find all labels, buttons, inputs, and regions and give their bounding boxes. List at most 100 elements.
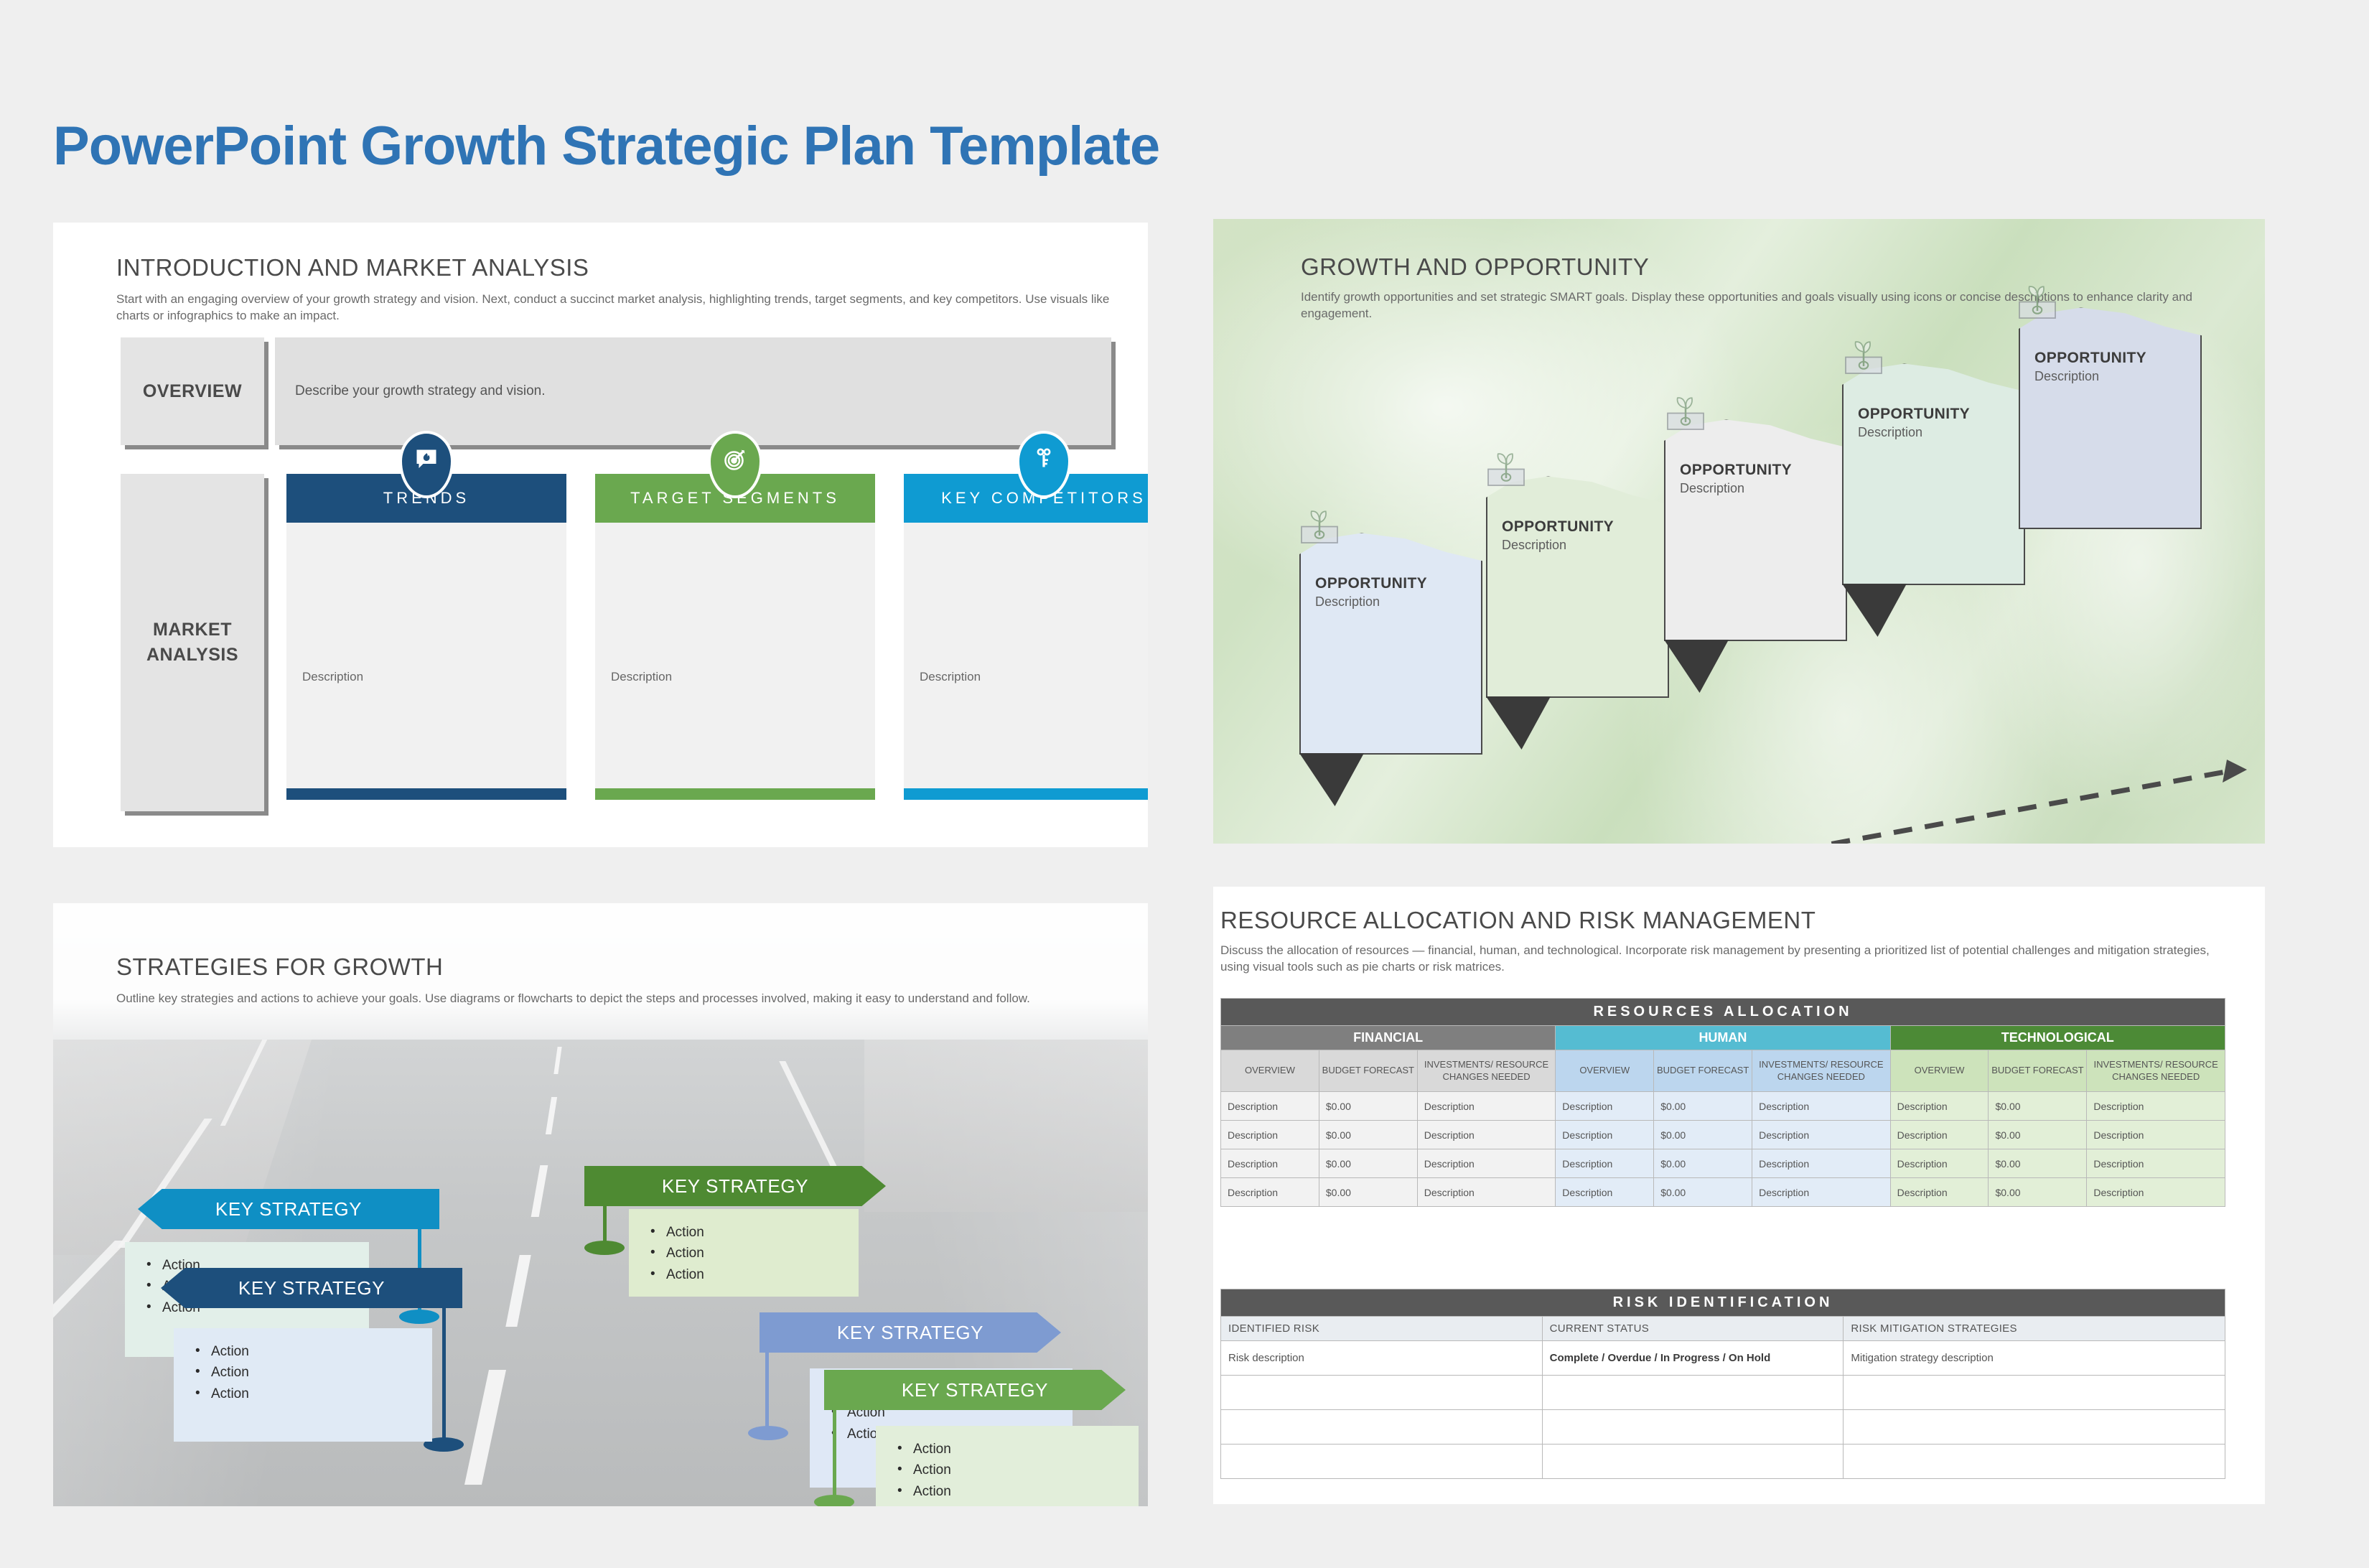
key-strategy-1-banner[interactable]: KEY STRATEGY <box>138 1189 439 1229</box>
risk-cell-identified[interactable]: Risk description <box>1220 1340 1543 1376</box>
table-row[interactable]: Description $0.00 Description Descriptio… <box>1220 1120 2225 1149</box>
opportunity-card-3[interactable]: OPPORTUNITY Description <box>1664 419 1847 693</box>
subheader-technological-investments: INVESTMENTS/ RESOURCE CHANGES NEEDED <box>2086 1050 2225 1092</box>
key-strategy-5-banner[interactable]: KEY STRATEGY <box>824 1370 1126 1410</box>
risk-cell-mitigation[interactable]: Mitigation strategy description <box>1843 1340 2225 1376</box>
cell-hum-budget[interactable]: $0.00 <box>1653 1091 1753 1121</box>
resources-allocation-table: RESOURCES ALLOCATION FINANCIAL HUMAN TEC… <box>1220 998 2226 1207</box>
cell-tech-budget[interactable]: $0.00 <box>1988 1177 2088 1207</box>
cell-fin-budget[interactable]: $0.00 <box>1318 1120 1418 1149</box>
table-band-row: RESOURCES ALLOCATION <box>1220 998 2225 1026</box>
risk-row[interactable]: Risk description Complete / Overdue / In… <box>1220 1340 2225 1376</box>
table-row[interactable]: Description $0.00 Description Descriptio… <box>1220 1177 2225 1207</box>
opportunity-card-5-title: OPPORTUNITY <box>2034 350 2147 366</box>
cell-fin-budget[interactable]: $0.00 <box>1318 1149 1418 1178</box>
cell-hum-invest[interactable]: Description <box>1752 1091 1891 1121</box>
cell-fin-budget[interactable]: $0.00 <box>1318 1091 1418 1121</box>
key-strategy-2-banner[interactable]: KEY STRATEGY <box>584 1166 886 1206</box>
cell-fin-budget[interactable]: $0.00 <box>1318 1177 1418 1207</box>
cell-tech-overview[interactable]: Description <box>1889 1091 1989 1121</box>
cell-fin-invest[interactable]: Description <box>1416 1091 1556 1121</box>
slide-canvas: PowerPoint Growth Strategic Plan Templat… <box>0 0 2369 1568</box>
key-strategy-4-banner[interactable]: KEY STRATEGY <box>161 1268 462 1308</box>
cell-fin-invest[interactable]: Description <box>1416 1177 1556 1207</box>
key-strategy-4-action-3: Action <box>195 1383 418 1404</box>
market-column-key-competitors: KEY COMPETITORS Description <box>904 431 1148 811</box>
sprout-icon <box>1301 510 1338 543</box>
opportunity-card-2-tail <box>1486 696 1551 750</box>
cell-hum-overview[interactable]: Description <box>1555 1091 1655 1121</box>
cell-fin-overview[interactable]: Description <box>1220 1177 1319 1207</box>
opportunity-card-4-tail <box>1842 584 1907 637</box>
opportunity-card-1-text: OPPORTUNITY Description <box>1315 575 1427 610</box>
subheader-human-overview: OVERVIEW <box>1555 1050 1655 1092</box>
cell-tech-overview[interactable]: Description <box>1889 1149 1989 1178</box>
panel-resource-allocation-risk-management: RESOURCE ALLOCATION AND RISK MANAGEMENT … <box>1213 887 2265 1504</box>
opportunity-card-2[interactable]: OPPORTUNITY Description <box>1486 475 1669 750</box>
risk-cell-identified[interactable] <box>1220 1409 1543 1445</box>
cell-hum-invest[interactable]: Description <box>1752 1120 1891 1149</box>
cell-hum-overview[interactable]: Description <box>1555 1120 1655 1149</box>
cell-hum-overview[interactable]: Description <box>1555 1177 1655 1207</box>
risk-row[interactable] <box>1220 1444 2225 1479</box>
key-strategy-3-banner[interactable]: KEY STRATEGY <box>760 1312 1061 1353</box>
key-strategy-4-action-1: Action <box>195 1340 418 1362</box>
risk-cell-mitigation[interactable] <box>1843 1444 2225 1479</box>
cell-hum-budget[interactable]: $0.00 <box>1653 1120 1753 1149</box>
cell-tech-overview[interactable]: Description <box>1889 1120 1989 1149</box>
cell-tech-invest[interactable]: Description <box>2086 1177 2225 1207</box>
market-column-body-key-competitors[interactable]: Description <box>904 523 1148 788</box>
group-header-human: HUMAN <box>1555 1025 1891 1050</box>
market-column-desc-key-competitors: Description <box>920 670 981 683</box>
risk-cell-status[interactable] <box>1541 1444 1844 1479</box>
risk-row[interactable] <box>1220 1375 2225 1410</box>
key-strategy-5[interactable]: KEY STRATEGY Action Action Action <box>814 1370 1139 1506</box>
key-strategy-1[interactable]: KEY STRATEGY Action Action Action <box>125 1189 439 1357</box>
opportunity-card-4[interactable]: OPPORTUNITY Description <box>1842 363 2025 637</box>
market-column-body-trends[interactable]: Description <box>286 523 566 788</box>
resources-allocation-table-wrap: RESOURCES ALLOCATION FINANCIAL HUMAN TEC… <box>1220 998 2226 1207</box>
opportunity-card-4-text: OPPORTUNITY Description <box>1858 406 1970 440</box>
cell-tech-budget[interactable]: $0.00 <box>1988 1120 2088 1149</box>
cell-hum-overview[interactable]: Description <box>1555 1149 1655 1178</box>
risk-identification-table-wrap: RISK IDENTIFICATION IDENTIFIED RISK CURR… <box>1220 1289 2225 1479</box>
cell-fin-invest[interactable]: Description <box>1416 1149 1556 1178</box>
key-strategy-2[interactable]: KEY STRATEGY Action Action Action <box>584 1166 886 1297</box>
table-row[interactable]: Description $0.00 Description Descriptio… <box>1220 1091 2225 1121</box>
cell-tech-budget[interactable]: $0.00 <box>1988 1149 2088 1178</box>
overview-text-box[interactable]: Describe your growth strategy and vision… <box>275 337 1111 445</box>
cell-hum-budget[interactable]: $0.00 <box>1653 1149 1753 1178</box>
cell-tech-overview[interactable]: Description <box>1889 1177 1989 1207</box>
cell-fin-overview[interactable]: Description <box>1220 1149 1319 1178</box>
opportunity-card-1[interactable]: OPPORTUNITY Description <box>1299 532 1482 806</box>
opportunity-card-5[interactable]: OPPORTUNITY Description <box>2019 307 2202 529</box>
risk-header-identified: IDENTIFIED RISK <box>1220 1316 1543 1341</box>
risk-cell-status[interactable] <box>1541 1375 1844 1410</box>
risk-cell-mitigation[interactable] <box>1843 1375 2225 1410</box>
cell-fin-overview[interactable]: Description <box>1220 1120 1319 1149</box>
cell-tech-invest[interactable]: Description <box>2086 1091 2225 1121</box>
opportunity-staircase: OPPORTUNITY Description OPPORTUNITY Desc… <box>1213 219 2265 844</box>
key-strategy-3[interactable]: KEY STRATEGY Action Action Action <box>748 1312 1073 1488</box>
key-strategy-4[interactable]: KEY STRATEGY Action Action Action <box>161 1268 464 1452</box>
cell-tech-invest[interactable]: Description <box>2086 1120 2225 1149</box>
risk-cell-status[interactable] <box>1541 1409 1844 1445</box>
cell-hum-budget[interactable]: $0.00 <box>1653 1177 1753 1207</box>
table-row[interactable]: Description $0.00 Description Descriptio… <box>1220 1149 2225 1178</box>
risk-cell-status[interactable]: Complete / Overdue / In Progress / On Ho… <box>1541 1340 1844 1376</box>
sprout-icon <box>1487 453 1525 486</box>
cell-tech-budget[interactable]: $0.00 <box>1988 1091 2088 1121</box>
key-strategy-4-action-2: Action <box>195 1361 418 1383</box>
cell-hum-invest[interactable]: Description <box>1752 1177 1891 1207</box>
risk-cell-mitigation[interactable] <box>1843 1409 2225 1445</box>
market-column-body-target-segments[interactable]: Description <box>595 523 875 788</box>
cell-fin-invest[interactable]: Description <box>1416 1120 1556 1149</box>
cell-fin-overview[interactable]: Description <box>1220 1091 1319 1121</box>
risk-identification-table: RISK IDENTIFICATION IDENTIFIED RISK CURR… <box>1220 1289 2225 1479</box>
cell-tech-invest[interactable]: Description <box>2086 1149 2225 1178</box>
risk-cell-identified[interactable] <box>1220 1444 1543 1479</box>
risk-cell-identified[interactable] <box>1220 1375 1543 1410</box>
cell-hum-invest[interactable]: Description <box>1752 1149 1891 1178</box>
risk-row[interactable] <box>1220 1409 2225 1445</box>
table-subheader-row: OVERVIEW BUDGET FORECAST INVESTMENTS/ RE… <box>1220 1050 2225 1092</box>
